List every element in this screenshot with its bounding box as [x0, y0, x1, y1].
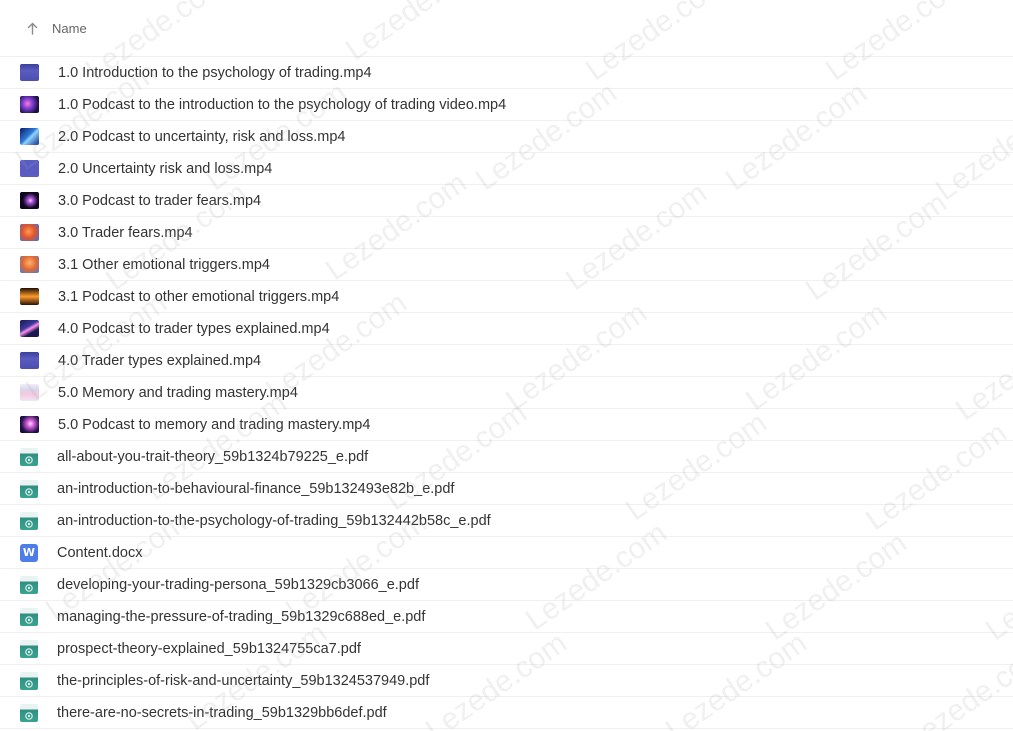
file-name: Content.docx: [57, 544, 143, 561]
name-column-header[interactable]: Name: [0, 0, 1013, 57]
file-name: 2.0 Podcast to uncertainty, risk and los…: [58, 128, 346, 145]
file-name: an-introduction-to-behavioural-finance_5…: [57, 480, 455, 497]
video-thumbnail-icon: [20, 192, 39, 209]
pdf-thumbnail-icon: [20, 511, 38, 530]
file-row[interactable]: the-principles-of-risk-and-uncertainty_5…: [0, 665, 1013, 697]
video-thumbnail-icon: [20, 160, 39, 177]
pdf-thumbnail-icon: [20, 479, 38, 498]
video-thumbnail-icon: [20, 64, 39, 81]
pdf-thumbnail-icon: [20, 575, 38, 594]
file-name: there-are-no-secrets-in-trading_59b1329b…: [57, 704, 387, 721]
file-row[interactable]: 2.0 Podcast to uncertainty, risk and los…: [0, 121, 1013, 153]
video-thumbnail-icon: [20, 384, 39, 401]
video-thumbnail-icon: [20, 288, 39, 305]
file-row[interactable]: an-introduction-to-behavioural-finance_5…: [0, 473, 1013, 505]
file-row[interactable]: 4.0 Trader types explained.mp4: [0, 345, 1013, 377]
file-name: 3.0 Trader fears.mp4: [58, 224, 193, 241]
pdf-thumbnail-icon: [20, 607, 38, 626]
file-name: 3.1 Other emotional triggers.mp4: [58, 256, 270, 273]
file-row[interactable]: prospect-theory-explained_59b1324755ca7.…: [0, 633, 1013, 665]
file-row[interactable]: an-introduction-to-the-psychology-of-tra…: [0, 505, 1013, 537]
file-rows: 1.0 Introduction to the psychology of tr…: [0, 57, 1013, 729]
video-thumbnail-icon: [20, 96, 39, 113]
file-row[interactable]: 5.0 Podcast to memory and trading master…: [0, 409, 1013, 441]
video-thumbnail-icon: [20, 352, 39, 369]
video-thumbnail-icon: [20, 320, 39, 337]
file-row[interactable]: 3.0 Podcast to trader fears.mp4: [0, 185, 1013, 217]
file-name: managing-the-pressure-of-trading_59b1329…: [57, 608, 426, 625]
file-row[interactable]: 4.0 Podcast to trader types explained.mp…: [0, 313, 1013, 345]
file-row[interactable]: managing-the-pressure-of-trading_59b1329…: [0, 601, 1013, 633]
file-name: 4.0 Podcast to trader types explained.mp…: [58, 320, 330, 337]
file-row[interactable]: 3.1 Other emotional triggers.mp4: [0, 249, 1013, 281]
file-name: 1.0 Podcast to the introduction to the p…: [58, 96, 507, 113]
file-row[interactable]: all-about-you-trait-theory_59b1324b79225…: [0, 441, 1013, 473]
file-row[interactable]: 3.1 Podcast to other emotional triggers.…: [0, 281, 1013, 313]
file-row[interactable]: 3.0 Trader fears.mp4: [0, 217, 1013, 249]
file-row[interactable]: developing-your-trading-persona_59b1329c…: [0, 569, 1013, 601]
word-document-icon: W: [20, 543, 38, 562]
video-thumbnail-icon: [20, 256, 39, 273]
pdf-thumbnail-icon: [20, 703, 38, 722]
file-name: all-about-you-trait-theory_59b1324b79225…: [57, 448, 369, 465]
file-row[interactable]: W Content.docx: [0, 537, 1013, 569]
file-name: 2.0 Uncertainty risk and loss.mp4: [58, 160, 273, 177]
file-name: 1.0 Introduction to the psychology of tr…: [58, 64, 372, 81]
pdf-thumbnail-icon: [20, 447, 38, 466]
file-name: an-introduction-to-the-psychology-of-tra…: [57, 512, 491, 529]
file-name: 5.0 Memory and trading mastery.mp4: [58, 384, 298, 401]
file-name: developing-your-trading-persona_59b1329c…: [57, 576, 419, 593]
file-row[interactable]: 1.0 Introduction to the psychology of tr…: [0, 57, 1013, 89]
arrow-up-icon[interactable]: [26, 21, 38, 35]
file-row[interactable]: there-are-no-secrets-in-trading_59b1329b…: [0, 697, 1013, 729]
video-thumbnail-icon: [20, 128, 39, 145]
file-row[interactable]: 2.0 Uncertainty risk and loss.mp4: [0, 153, 1013, 185]
file-name: 5.0 Podcast to memory and trading master…: [58, 416, 371, 433]
file-name: the-principles-of-risk-and-uncertainty_5…: [57, 672, 430, 689]
video-thumbnail-icon: [20, 416, 39, 433]
file-row[interactable]: 1.0 Podcast to the introduction to the p…: [0, 89, 1013, 121]
name-column-label: Name: [52, 20, 87, 36]
file-name: 3.0 Podcast to trader fears.mp4: [58, 192, 262, 209]
file-list: Name 1.0 Introduction to the psychology …: [0, 0, 1013, 731]
pdf-thumbnail-icon: [20, 639, 38, 658]
file-name: prospect-theory-explained_59b1324755ca7.…: [57, 640, 361, 657]
video-thumbnail-icon: [20, 224, 39, 241]
file-row[interactable]: 5.0 Memory and trading mastery.mp4: [0, 377, 1013, 409]
pdf-thumbnail-icon: [20, 671, 38, 690]
file-name: 3.1 Podcast to other emotional triggers.…: [58, 288, 340, 305]
file-name: 4.0 Trader types explained.mp4: [58, 352, 262, 369]
